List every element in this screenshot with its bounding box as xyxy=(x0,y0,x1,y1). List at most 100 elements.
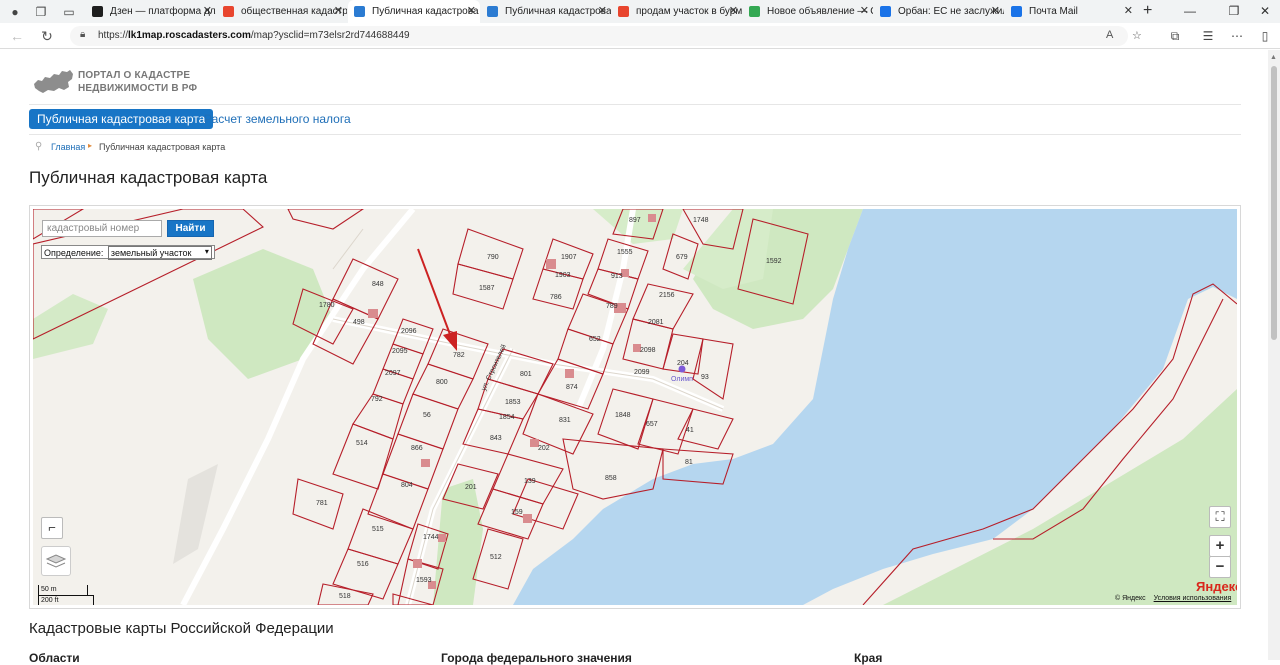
scrollbar-thumb[interactable] xyxy=(1271,66,1277,340)
parcel-label[interactable]: 2099 xyxy=(634,369,650,376)
parcel-label[interactable]: 657 xyxy=(646,421,658,428)
favorites-icon[interactable]: ☰ xyxy=(1199,27,1217,45)
browser-tab[interactable]: Дзен — платформа для и ✕ xyxy=(86,0,216,23)
restore-button[interactable]: ❐ xyxy=(1219,0,1249,22)
parcel-label[interactable]: 652 xyxy=(589,336,601,343)
parcel-label[interactable]: 2095 xyxy=(392,348,408,355)
find-button[interactable]: Найти xyxy=(167,220,214,237)
parcel-label[interactable]: 874 xyxy=(566,384,578,391)
parcel-label[interactable]: 2081 xyxy=(648,319,664,326)
browser-tab[interactable]: Орбан: ЕС не заслужил к ✕ xyxy=(874,0,1004,23)
parcel-label[interactable]: 1907 xyxy=(561,254,577,261)
parcel-label[interactable]: 1903 xyxy=(555,272,571,279)
parcel-label[interactable]: 41 xyxy=(686,427,694,434)
parcel-label[interactable]: 2096 xyxy=(401,328,417,335)
definition-select[interactable]: земельный участок ▾ xyxy=(107,246,212,260)
breadcrumb-home-link[interactable]: Главная xyxy=(51,142,85,152)
browser-tab[interactable]: Почта Mail ✕ xyxy=(1005,0,1137,23)
parcel-label[interactable]: 897 xyxy=(629,217,641,224)
parcel-label[interactable]: 786 xyxy=(550,294,562,301)
parcel-label[interactable]: 790 xyxy=(487,254,499,261)
parcel-label[interactable]: 1853 xyxy=(505,399,521,406)
parcel-label[interactable]: 801 xyxy=(520,371,532,378)
nav-public-map[interactable]: Публичная кадастровая карта xyxy=(29,109,214,129)
close-tab-icon[interactable]: ✕ xyxy=(467,0,476,23)
cadastral-number-input[interactable] xyxy=(42,220,162,237)
fullscreen-button[interactable]: ⛶ xyxy=(1209,506,1231,528)
parcel-label[interactable]: 831 xyxy=(559,417,571,424)
parcel-label[interactable]: 56 xyxy=(423,412,431,419)
tab-actions-icon[interactable]: ▭ xyxy=(60,3,78,21)
close-tab-icon[interactable]: ✕ xyxy=(334,0,343,23)
back-icon[interactable]: ← xyxy=(8,27,26,45)
extensions-icon[interactable]: ⧉ xyxy=(1166,27,1184,45)
parcel-label[interactable]: 789 xyxy=(606,303,618,310)
parcel-label[interactable]: 81 xyxy=(685,459,693,466)
cadastral-map[interactable]: ул. Строителей Олимп 897 1748 790 1907 1555 6… xyxy=(33,209,1237,605)
parcel-label[interactable]: 498 xyxy=(353,319,365,326)
map-canvas[interactable]: ул. Строителей Олимп 897 1748790 190715556… xyxy=(33,209,1237,605)
browser-tab[interactable]: продам участок в бурм ✕ xyxy=(612,0,742,23)
parcel-label[interactable]: 1555 xyxy=(617,249,633,256)
reload-icon[interactable]: ↻ xyxy=(38,27,56,45)
zoom-in-button[interactable]: + xyxy=(1209,535,1231,557)
close-tab-icon[interactable]: ✕ xyxy=(860,0,869,23)
close-tab-icon[interactable]: ✕ xyxy=(1124,0,1133,23)
browser-tab[interactable]: общественная кадастров ✕ xyxy=(217,0,347,23)
portal-logo-text[interactable]: ПОРТАЛ О КАДАСТРЕ НЕДВИЖИМОСТИ В РФ xyxy=(78,69,218,95)
parcel-label[interactable]: 1748 xyxy=(693,217,709,224)
parcel-label[interactable]: 792 xyxy=(371,396,383,403)
workspaces-icon[interactable]: ❐ xyxy=(32,3,50,21)
parcel-label[interactable]: 1593 xyxy=(416,577,432,584)
page-scrollbar[interactable]: ▲ xyxy=(1268,50,1280,660)
parcel-label[interactable]: 1744 xyxy=(423,534,439,541)
parcel-label[interactable]: 515 xyxy=(372,526,384,533)
parcel-label[interactable]: 204 xyxy=(677,360,689,367)
ruler-button[interactable]: ⌐ xyxy=(41,517,63,539)
parcel-label[interactable]: 2098 xyxy=(640,347,656,354)
parcel-label[interactable]: 1592 xyxy=(766,258,782,265)
url-field[interactable]: 🔒︎ https://lk1map.roscadasters.com/map?y… xyxy=(70,26,1142,46)
sidebar-icon[interactable]: ▯ xyxy=(1256,27,1274,45)
parcel-label[interactable]: 201 xyxy=(465,484,477,491)
parcel-label[interactable]: 866 xyxy=(411,445,423,452)
parcel-label[interactable]: 512 xyxy=(490,554,502,561)
parcel-label[interactable]: 1848 xyxy=(615,412,631,419)
parcel-label[interactable]: 139 xyxy=(524,478,536,485)
parcel-label[interactable]: 514 xyxy=(356,440,368,447)
close-tab-icon[interactable]: ✕ xyxy=(598,0,607,23)
favorite-star-icon[interactable]: ☆ xyxy=(1132,29,1142,42)
layers-button[interactable] xyxy=(41,546,71,576)
browser-tab[interactable]: Публичная кадастровая к ✕ xyxy=(481,0,611,23)
nav-land-tax[interactable]: Расчет земельного налога xyxy=(196,109,359,129)
close-tab-icon[interactable]: ✕ xyxy=(729,0,738,23)
parcel-label[interactable]: 858 xyxy=(605,475,617,482)
parcel-label[interactable]: 159 xyxy=(511,509,523,516)
parcel-label[interactable]: 848 xyxy=(372,281,384,288)
parcel-label[interactable]: 679 xyxy=(676,254,688,261)
yandex-logo[interactable]: Яндекс xyxy=(1196,579,1237,594)
parcel-label[interactable]: 1587 xyxy=(479,285,495,292)
parcel-label[interactable]: 518 xyxy=(339,593,351,600)
close-tab-icon[interactable]: ✕ xyxy=(203,0,212,23)
read-aloud-icon[interactable]: A xyxy=(1106,29,1113,41)
profile-icon[interactable]: ● xyxy=(6,3,24,21)
close-tab-icon[interactable]: ✕ xyxy=(991,0,1000,23)
terms-link[interactable]: Условия использования xyxy=(1154,595,1232,602)
parcel-label[interactable]: 202 xyxy=(538,445,550,452)
parcel-label[interactable]: 804 xyxy=(401,482,413,489)
close-window-button[interactable]: ✕ xyxy=(1250,0,1280,22)
scroll-up-icon[interactable]: ▲ xyxy=(1270,54,1277,61)
parcel-label[interactable]: 800 xyxy=(436,379,448,386)
browser-tab[interactable]: Новое объявление — Ог ✕ xyxy=(743,0,873,23)
parcel-label[interactable]: 782 xyxy=(453,352,465,359)
zoom-out-button[interactable]: − xyxy=(1209,556,1231,578)
parcel-label[interactable]: 843 xyxy=(490,435,502,442)
menu-icon[interactable]: ⋯ xyxy=(1228,27,1246,45)
parcel-label[interactable]: 781 xyxy=(316,500,328,507)
parcel-label[interactable]: 1854 xyxy=(499,414,515,421)
parcel-label[interactable]: 913 xyxy=(611,273,623,280)
browser-tab-active[interactable]: Публичная кадастрова ✕ xyxy=(348,0,480,23)
parcel-label[interactable]: 516 xyxy=(357,561,369,568)
parcel-label[interactable]: 2097 xyxy=(385,370,401,377)
